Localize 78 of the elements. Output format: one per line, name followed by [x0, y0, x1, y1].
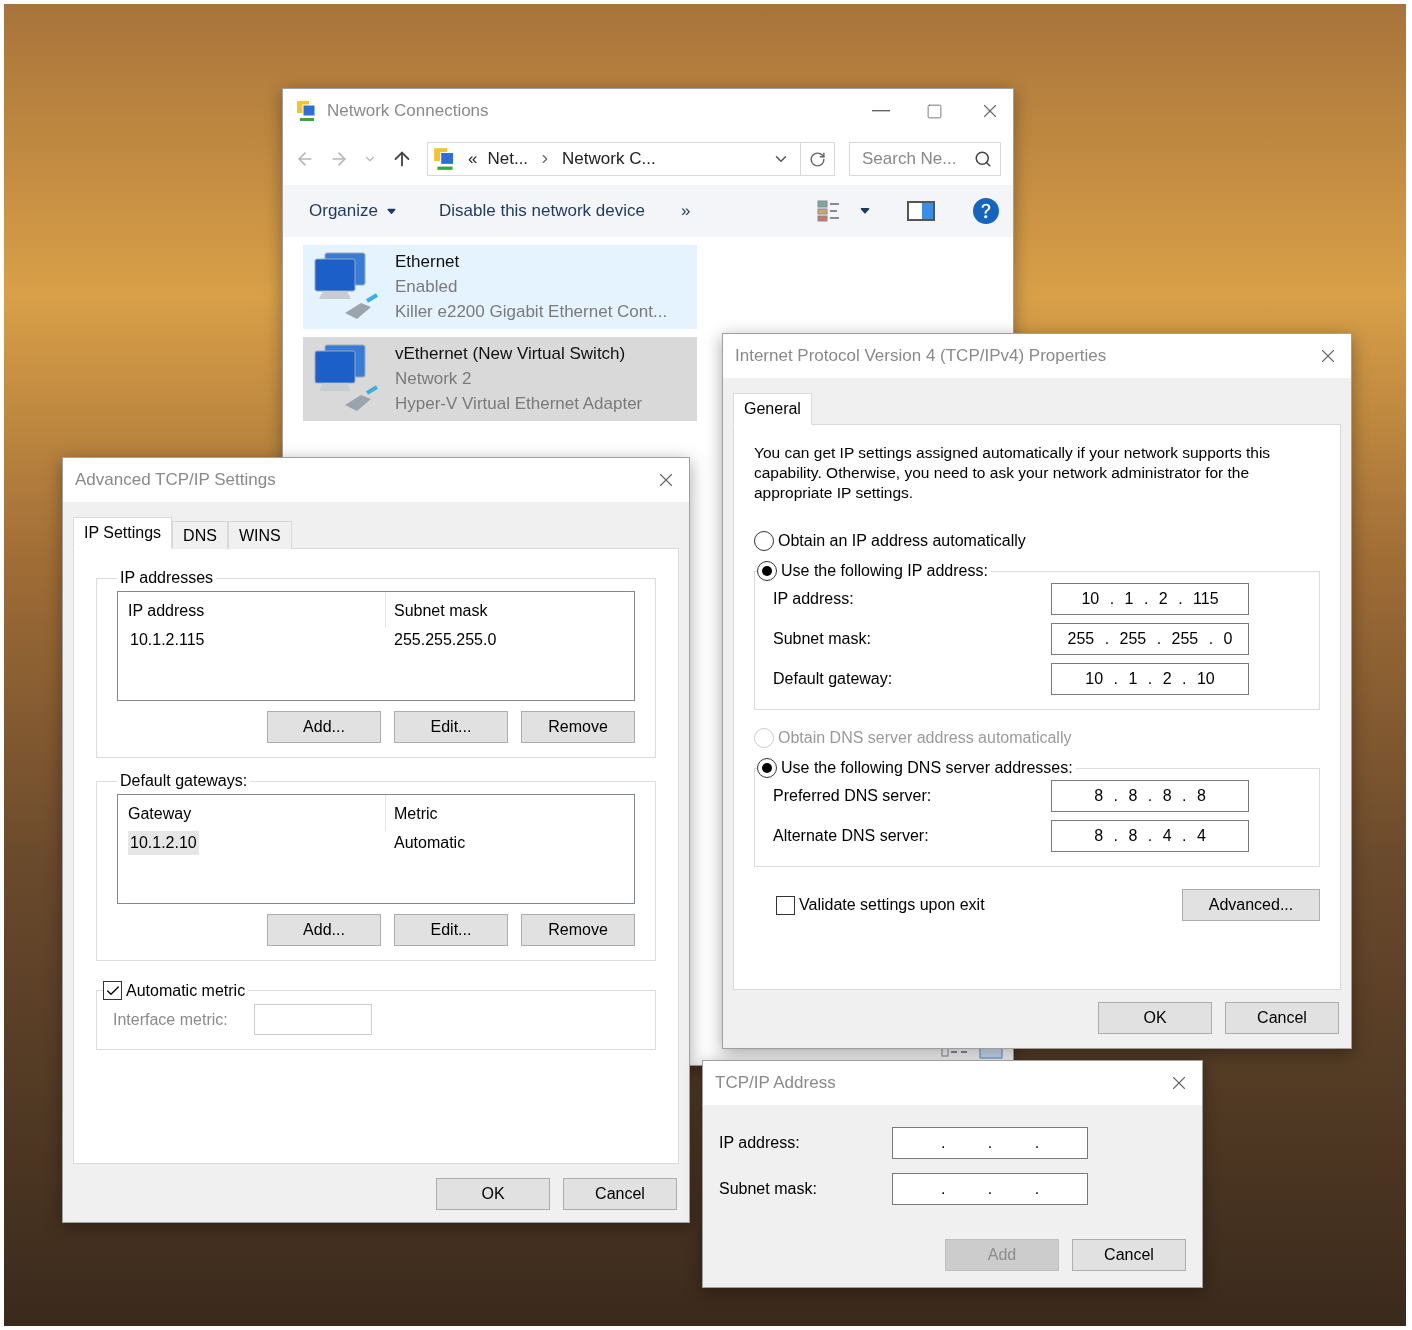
- ip-address-field[interactable]: 8 . 8 . 4 . 4: [1051, 820, 1249, 852]
- field-label: Subnet mask:: [773, 630, 871, 648]
- ip-address-field[interactable]: 10 . 1 . 2 . 115: [1051, 583, 1249, 615]
- adapter-device: Hyper-V Virtual Ethernet Adapter: [395, 393, 643, 415]
- field-label: Preferred DNS server:: [773, 787, 932, 805]
- column-header[interactable]: IP address: [128, 592, 386, 628]
- window-title: Advanced TCP/IP Settings: [75, 470, 277, 490]
- view-options-icon[interactable]: [817, 200, 841, 222]
- adapter-status: Enabled: [395, 276, 459, 298]
- tiles-view-icon[interactable]: [979, 1047, 1003, 1059]
- dialog-button[interactable]: Add...: [267, 914, 381, 946]
- field-label: Default gateway:: [773, 670, 893, 688]
- tab[interactable]: WINS: [227, 521, 292, 549]
- tab[interactable]: IP Settings: [73, 517, 173, 549]
- column-header[interactable]: Subnet mask: [386, 592, 634, 628]
- radio-option[interactable]: Use the following DNS server addresses:: [757, 758, 1073, 778]
- list-box[interactable]: IP address Subnet mask 10.1.2.115 255.255.255.0: [117, 591, 635, 701]
- radio-option[interactable]: Obtain an IP address automatically: [754, 531, 1320, 551]
- dialog-button[interactable]: Cancel: [1225, 1002, 1339, 1034]
- field-label: IP address:: [719, 1134, 800, 1152]
- radio-option[interactable]: Use the following IP address:: [757, 561, 988, 581]
- tab[interactable]: DNS: [172, 521, 228, 549]
- ip-address-field[interactable]: . . .: [892, 1173, 1088, 1205]
- address-bar[interactable]: « Net... Network C...: [427, 142, 835, 176]
- list-cell[interactable]: 10.1.2.115: [128, 628, 207, 652]
- field-label: Alternate DNS server:: [773, 827, 929, 845]
- minimize-icon: [872, 110, 890, 112]
- search-icon: [974, 150, 992, 168]
- preview-pane-icon[interactable]: [907, 201, 935, 221]
- window-title: TCP/IP Address: [715, 1073, 837, 1093]
- help-icon[interactable]: [973, 198, 999, 224]
- search-field[interactable]: Search Ne...: [849, 142, 1001, 176]
- adapter-name: vEthernet (New Virtual Switch): [395, 343, 627, 365]
- list-cell[interactable]: 10.1.2.10: [128, 831, 199, 855]
- column-header[interactable]: Metric: [386, 795, 634, 831]
- advanced-button[interactable]: Advanced...: [1182, 889, 1320, 921]
- ip-address-field[interactable]: 8 . 8 . 8 . 8: [1051, 780, 1249, 812]
- field-label: IP address:: [773, 590, 854, 608]
- dialog-button[interactable]: OK: [1098, 1002, 1212, 1034]
- disable-device-button[interactable]: Disable this network device: [439, 201, 645, 221]
- checkbox[interactable]: Automatic metric: [103, 981, 246, 1000]
- input-field[interactable]: [253, 1004, 372, 1035]
- list-cell[interactable]: Automatic: [392, 831, 468, 855]
- tab[interactable]: General: [733, 393, 812, 425]
- breadcrumb-overflow[interactable]: «: [468, 149, 478, 169]
- window-title: Network Connections: [327, 101, 490, 121]
- breadcrumb[interactable]: Network C...: [562, 149, 656, 169]
- refresh-icon: [809, 150, 826, 168]
- group-label: Default gateways:: [119, 772, 249, 790]
- checkbox[interactable]: Validate settings upon exit: [776, 895, 985, 915]
- ip-address-field[interactable]: 10 . 1 . 2 . 10: [1051, 663, 1249, 695]
- description-text: You can get IP settings assigned automatically if your network supports this capability. Otherwise, you need to ask your network administrator for the appropriate IP settings.: [754, 443, 1272, 503]
- dialog-button[interactable]: Cancel: [1072, 1239, 1186, 1271]
- adapter-name: Ethernet: [395, 251, 461, 273]
- maximize-icon: [926, 102, 943, 120]
- adapter-item[interactable]: vEthernet (New Virtual Switch) Network 2 Hyper-V Virtual Ethernet Adapter: [303, 337, 697, 421]
- dialog-button[interactable]: Remove: [521, 711, 635, 743]
- dialog-button[interactable]: Edit...: [394, 914, 508, 946]
- adapter-device: Killer e2200 Gigabit Ethernet Cont...: [395, 301, 668, 323]
- minimize-button[interactable]: [872, 110, 890, 112]
- dialog-button[interactable]: Cancel: [563, 1178, 677, 1210]
- ip-address-field[interactable]: . . .: [892, 1127, 1088, 1159]
- adapter-item[interactable]: Ethernet Enabled Killer e2200 Gigabit Ethernet Cont...: [303, 245, 697, 329]
- list-box[interactable]: Gateway Metric 10.1.2.10 Automatic: [117, 794, 635, 904]
- organize-menu[interactable]: Organize: [309, 201, 397, 221]
- dialog-button[interactable]: Remove: [521, 914, 635, 946]
- field-label: Interface metric:: [113, 1010, 228, 1029]
- field-label: Subnet mask:: [719, 1180, 817, 1198]
- window-title: Internet Protocol Version 4 (TCP/IPv4) Properties: [735, 346, 1108, 366]
- dialog-button[interactable]: OK: [436, 1178, 550, 1210]
- more-commands-button[interactable]: »: [680, 201, 691, 221]
- ip-address-field[interactable]: 255 . 255 . 255 . 0: [1051, 623, 1249, 655]
- breadcrumb[interactable]: Net...: [487, 149, 529, 169]
- group-label: IP addresses: [119, 569, 215, 587]
- adapter-status: Network 2: [395, 368, 473, 390]
- dialog-button[interactable]: Add...: [267, 711, 381, 743]
- list-cell[interactable]: 255.255.255.0: [392, 628, 499, 652]
- dialog-button[interactable]: Edit...: [394, 711, 508, 743]
